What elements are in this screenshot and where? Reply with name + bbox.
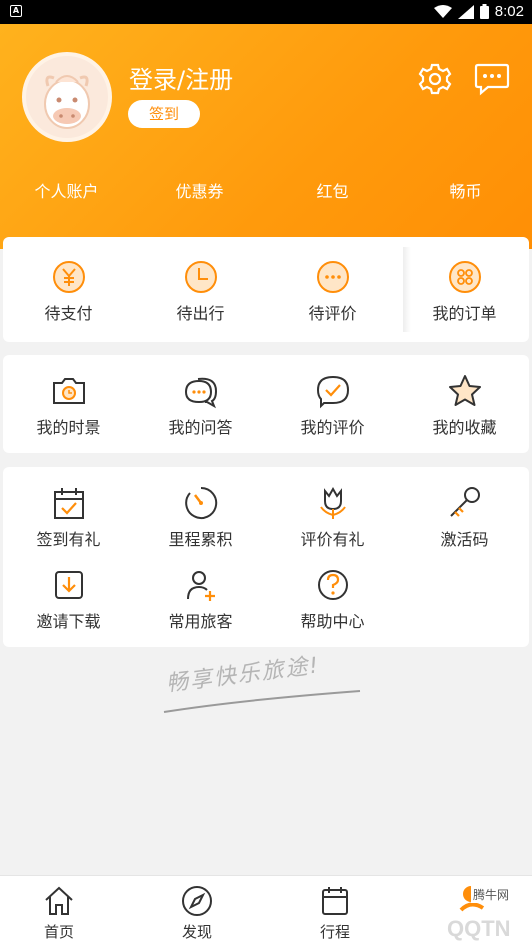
frequent-travelers-item[interactable]: 常用旅客 <box>135 565 266 632</box>
avatar[interactable] <box>22 52 112 142</box>
tab-discover[interactable]: 发现 <box>157 884 237 942</box>
grid-icon <box>448 261 481 293</box>
pending-payment-item[interactable]: 待支付 <box>3 257 134 324</box>
svg-text:QQTN: QQTN <box>447 916 511 941</box>
my-qa-label: 我的问答 <box>168 418 233 437</box>
wifi-icon <box>433 4 452 18</box>
signin-reward-item[interactable]: 签到有礼 <box>3 483 134 550</box>
add-user-icon <box>186 571 215 601</box>
settings-gear-icon[interactable] <box>418 62 452 96</box>
watermark: QQTN 腾牛网 <box>445 882 532 946</box>
yuan-coin-icon <box>52 261 85 293</box>
key-icon <box>449 487 480 517</box>
chat-dots-icon <box>316 261 349 293</box>
notification-icon: A <box>10 5 22 17</box>
my-reviews-item[interactable]: 我的评价 <box>267 371 398 438</box>
speech-bubbles-icon <box>184 377 217 409</box>
calendar-check-icon <box>53 488 84 519</box>
tab-home[interactable]: 首页 <box>19 884 99 942</box>
coin-link[interactable]: 畅币 <box>399 178 532 202</box>
review-reward-item[interactable]: 评价有礼 <box>267 483 398 550</box>
my-orders-item[interactable]: 我的订单 <box>399 257 530 324</box>
camera-icon <box>52 378 85 404</box>
my-favorites-item[interactable]: 我的收藏 <box>399 371 530 438</box>
my-moments-label: 我的时景 <box>36 418 101 437</box>
calendar-icon <box>322 887 348 915</box>
help-center-item[interactable]: 帮助中心 <box>267 565 398 632</box>
battery-icon <box>479 4 489 19</box>
home-icon <box>45 886 73 915</box>
tab-home-label: 首页 <box>43 923 74 941</box>
personal-account-link[interactable]: 个人账户 <box>0 178 133 202</box>
cow-avatar-icon <box>44 75 90 129</box>
tab-itinerary-label: 行程 <box>319 923 350 941</box>
my-moments-item[interactable]: 我的时景 <box>3 371 134 438</box>
red-packet-link[interactable]: 红包 <box>266 178 399 202</box>
signin-button[interactable]: 签到 <box>128 100 200 128</box>
my-favorites-label: 我的收藏 <box>432 418 497 437</box>
pending-review-label: 待评价 <box>308 304 357 323</box>
message-icon[interactable] <box>474 62 510 96</box>
activation-code-item[interactable]: 激活码 <box>399 483 530 550</box>
help-center-label: 帮助中心 <box>300 612 365 631</box>
pending-payment-label: 待支付 <box>44 304 93 323</box>
login-register-link[interactable]: 登录/注册 <box>129 60 233 95</box>
mine-card: 我的时景 我的问答 我的评价 我的收藏 <box>3 355 529 453</box>
my-qa-item[interactable]: 我的问答 <box>135 371 266 438</box>
status-bar: A 8:02 <box>0 0 532 24</box>
frequent-travelers-label: 常用旅客 <box>168 612 233 631</box>
clock-icon <box>184 261 217 293</box>
clock: 8:02 <box>494 3 524 20</box>
pending-review-item[interactable]: 待评价 <box>267 257 398 324</box>
timer-icon <box>184 486 217 519</box>
services-card: 签到有礼 里程累积 评价有礼 激活码 邀请下载 常用旅客 帮助中心 <box>3 467 529 647</box>
watermark-text: 腾牛网 <box>471 886 512 903</box>
pending-travel-label: 待出行 <box>176 304 225 323</box>
my-reviews-label: 我的评价 <box>300 418 365 437</box>
review-reward-label: 评价有礼 <box>300 530 365 549</box>
check-bubble-icon <box>316 375 349 409</box>
invite-download-item[interactable]: 邀请下载 <box>3 565 134 632</box>
star-icon <box>448 375 481 406</box>
profile-header: 登录/注册 签到 个人账户 优惠券 红包 畅币 <box>0 24 532 249</box>
slogan-underline <box>163 690 361 713</box>
mileage-label: 里程累积 <box>168 530 233 549</box>
coupon-link[interactable]: 优惠券 <box>133 178 266 202</box>
pending-travel-item[interactable]: 待出行 <box>135 257 266 324</box>
question-icon <box>317 570 348 600</box>
mileage-item[interactable]: 里程累积 <box>135 483 266 550</box>
activation-code-label: 激活码 <box>440 530 489 549</box>
signin-reward-label: 签到有礼 <box>36 530 101 549</box>
download-icon <box>54 571 83 599</box>
slogan: 畅享快乐旅途! <box>160 653 370 716</box>
my-orders-label: 我的订单 <box>432 304 497 323</box>
orders-card: 待支付 待出行 待评价 我的订单 <box>3 237 529 342</box>
tulip-icon <box>319 486 346 519</box>
tab-itinerary[interactable]: 行程 <box>295 884 375 942</box>
signal-icon <box>457 4 474 19</box>
tab-discover-label: 发现 <box>181 923 212 941</box>
compass-icon <box>182 886 212 916</box>
invite-download-label: 邀请下载 <box>36 612 101 631</box>
